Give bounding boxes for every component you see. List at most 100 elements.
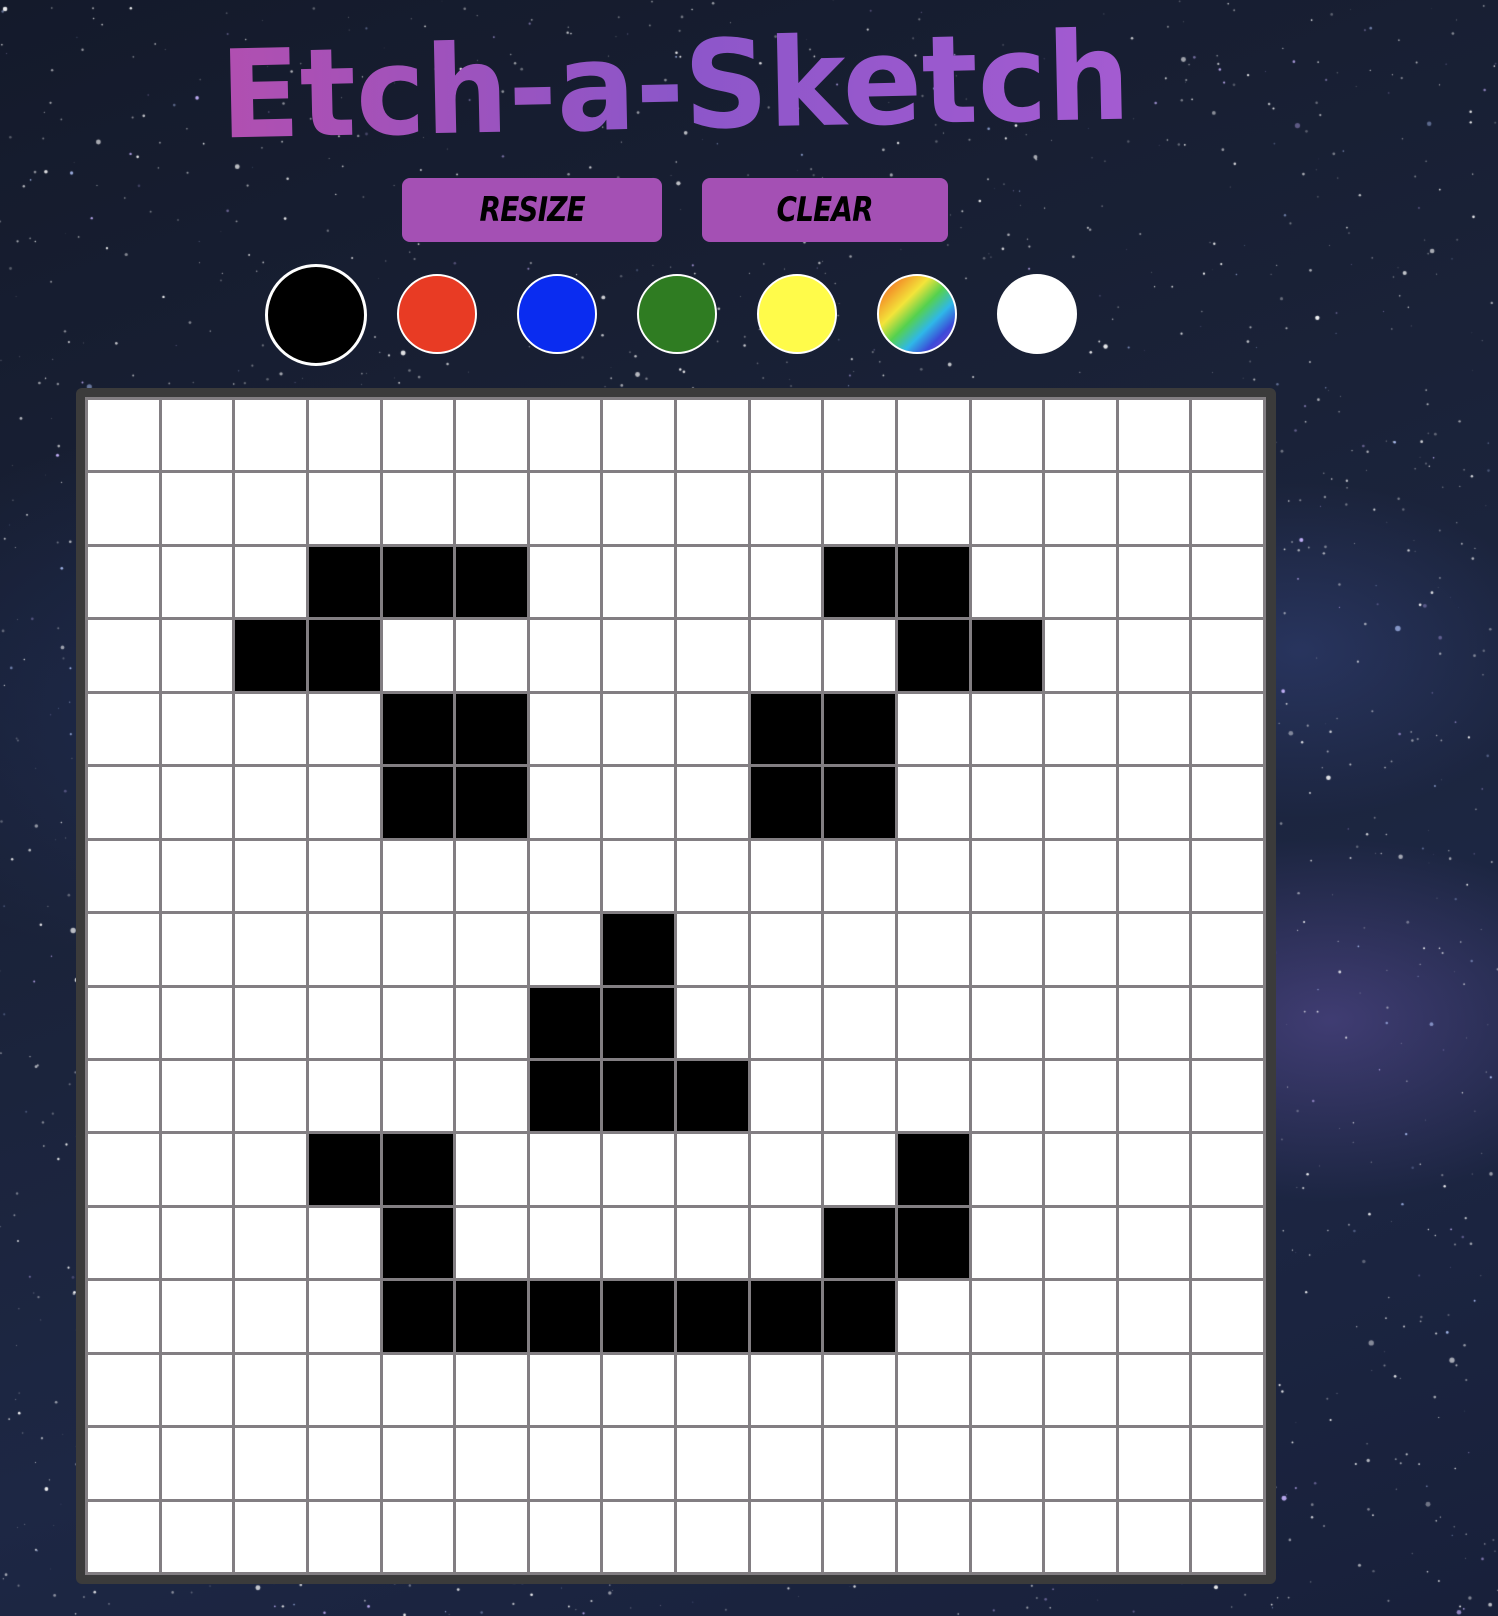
grid-cell[interactable] (824, 1501, 895, 1572)
grid-cell[interactable] (529, 914, 601, 985)
grid-cell[interactable] (750, 693, 822, 765)
grid-cell[interactable] (1192, 1501, 1263, 1572)
grid-cell[interactable] (750, 1501, 822, 1572)
grid-cell[interactable] (603, 400, 674, 471)
grid-cell[interactable] (1118, 1207, 1190, 1279)
grid-cell[interactable] (308, 987, 380, 1058)
grid-cell[interactable] (603, 767, 674, 838)
grid-cell[interactable] (308, 1281, 380, 1352)
grid-cell[interactable] (308, 546, 380, 618)
grid-cell[interactable] (161, 473, 233, 544)
grid-cell[interactable] (1192, 400, 1263, 471)
grid-cell[interactable] (603, 546, 674, 618)
grid-cell[interactable] (161, 1501, 233, 1572)
grid-cell[interactable] (1192, 1428, 1263, 1499)
grid-cell[interactable] (677, 1428, 748, 1499)
grid-cell[interactable] (750, 620, 822, 691)
grid-cell[interactable] (1192, 1207, 1263, 1279)
grid-cell[interactable] (308, 1134, 380, 1205)
grid-cell[interactable] (824, 473, 895, 544)
grid-cell[interactable] (603, 1281, 674, 1352)
grid-cell[interactable] (677, 620, 748, 691)
grid-cell[interactable] (456, 693, 527, 765)
grid-cell[interactable] (308, 620, 380, 691)
grid-cell[interactable] (235, 693, 306, 765)
grid-cell[interactable] (1045, 914, 1116, 985)
clear-button[interactable]: CLEAR (702, 178, 948, 242)
grid-cell[interactable] (529, 546, 601, 618)
grid-cell[interactable] (1192, 1281, 1263, 1352)
grid-cell[interactable] (1118, 400, 1190, 471)
grid-cell[interactable] (677, 987, 748, 1058)
grid-cell[interactable] (1118, 987, 1190, 1058)
grid-cell[interactable] (897, 1207, 969, 1279)
grid-cell[interactable] (824, 1354, 895, 1426)
grid-cell[interactable] (750, 1354, 822, 1426)
grid-cell[interactable] (382, 914, 454, 985)
grid-cell[interactable] (235, 1428, 306, 1499)
grid-cell[interactable] (1192, 767, 1263, 838)
grid-cell[interactable] (677, 473, 748, 544)
grid-cell[interactable] (529, 987, 601, 1058)
grid-cell[interactable] (750, 914, 822, 985)
grid-cell[interactable] (88, 914, 159, 985)
grid-cell[interactable] (235, 767, 306, 838)
grid-cell[interactable] (603, 914, 674, 985)
grid-cell[interactable] (1192, 914, 1263, 985)
grid-cell[interactable] (897, 767, 969, 838)
grid-cell[interactable] (161, 546, 233, 618)
grid-cell[interactable] (308, 914, 380, 985)
grid-cell[interactable] (971, 914, 1043, 985)
grid-cell[interactable] (235, 546, 306, 618)
grid-cell[interactable] (1192, 987, 1263, 1058)
grid-cell[interactable] (750, 400, 822, 471)
grid-cell[interactable] (382, 767, 454, 838)
grid-cell[interactable] (750, 473, 822, 544)
grid-cell[interactable] (1192, 1354, 1263, 1426)
color-swatch-green[interactable] (637, 274, 717, 354)
grid-cell[interactable] (88, 1134, 159, 1205)
grid-cell[interactable] (824, 1428, 895, 1499)
grid-cell[interactable] (750, 987, 822, 1058)
grid-cell[interactable] (1045, 987, 1116, 1058)
grid-cell[interactable] (971, 1207, 1043, 1279)
grid-cell[interactable] (971, 620, 1043, 691)
grid-cell[interactable] (1045, 546, 1116, 618)
grid-cell[interactable] (529, 1501, 601, 1572)
grid-cell[interactable] (824, 693, 895, 765)
grid-cell[interactable] (677, 400, 748, 471)
grid-cell[interactable] (677, 840, 748, 912)
grid-cell[interactable] (1118, 840, 1190, 912)
grid-cell[interactable] (161, 1207, 233, 1279)
grid-cell[interactable] (88, 620, 159, 691)
grid-cell[interactable] (1045, 693, 1116, 765)
grid-cell[interactable] (1045, 1354, 1116, 1426)
grid-cell[interactable] (456, 840, 527, 912)
grid-cell[interactable] (456, 987, 527, 1058)
grid-cell[interactable] (456, 1281, 527, 1352)
grid-cell[interactable] (235, 400, 306, 471)
grid-cell[interactable] (1045, 1207, 1116, 1279)
grid-cell[interactable] (750, 1060, 822, 1132)
grid-cell[interactable] (382, 1134, 454, 1205)
grid-cell[interactable] (824, 1060, 895, 1132)
grid-cell[interactable] (897, 840, 969, 912)
grid-cell[interactable] (161, 1060, 233, 1132)
grid-cell[interactable] (1192, 473, 1263, 544)
color-swatch-red[interactable] (397, 274, 477, 354)
grid-cell[interactable] (897, 400, 969, 471)
grid-cell[interactable] (88, 400, 159, 471)
grid-cell[interactable] (382, 840, 454, 912)
grid-cell[interactable] (897, 473, 969, 544)
grid-cell[interactable] (161, 693, 233, 765)
grid-cell[interactable] (677, 1134, 748, 1205)
color-swatch-rainbow[interactable] (877, 274, 957, 354)
grid-cell[interactable] (1045, 1134, 1116, 1205)
grid-cell[interactable] (824, 1134, 895, 1205)
grid-cell[interactable] (897, 546, 969, 618)
grid-cell[interactable] (382, 1207, 454, 1279)
grid-cell[interactable] (529, 1134, 601, 1205)
grid-cell[interactable] (529, 1354, 601, 1426)
grid-cell[interactable] (235, 1207, 306, 1279)
grid-cell[interactable] (1118, 1501, 1190, 1572)
